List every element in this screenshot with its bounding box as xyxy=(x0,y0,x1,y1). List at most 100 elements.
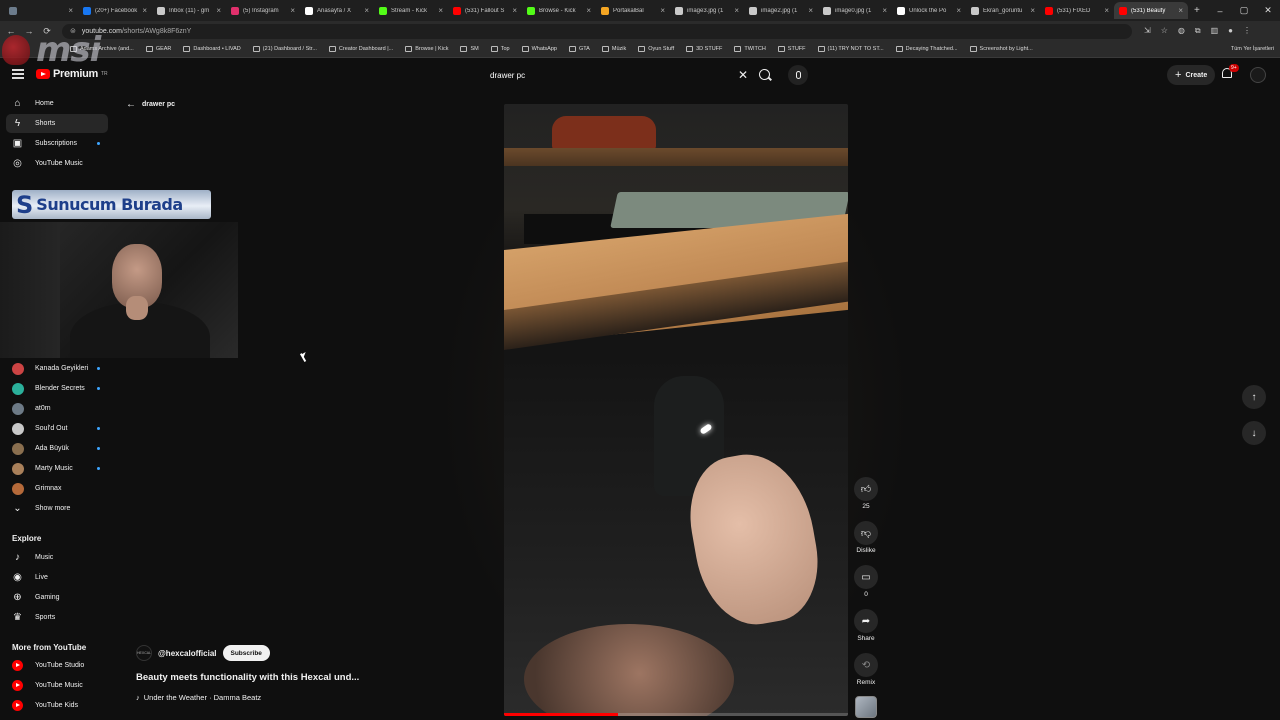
search-input[interactable]: drawer pc ✕ xyxy=(482,64,774,86)
bookmark-item[interactable]: Creator Dashboard |... xyxy=(328,46,393,52)
browser-tab[interactable]: image2.jpg (1 × xyxy=(744,2,818,19)
minimize-button[interactable]: – xyxy=(1208,6,1232,16)
extension-icon[interactable]: ◍ xyxy=(1178,26,1185,36)
tab-close-icon[interactable]: × xyxy=(1030,6,1035,15)
maximize-button[interactable]: ▢ xyxy=(1232,5,1256,16)
tab-close-icon[interactable]: × xyxy=(142,6,147,15)
new-tab-icon[interactable]: + xyxy=(1194,5,1200,16)
sidebar-explore-gaming[interactable]: ⊕ Gaming xyxy=(6,588,108,607)
music-row[interactable]: ♪ Under the Weather · Damma Beatz xyxy=(136,693,261,702)
bookmark-item[interactable]: Müzik xyxy=(601,46,626,52)
back-to-search[interactable]: ← drawer pc xyxy=(126,99,175,110)
sidebar-toggle-icon[interactable]: ▥ xyxy=(1211,26,1219,36)
notifications-button[interactable]: 9+ xyxy=(1222,64,1239,80)
sidebar-channel[interactable]: Kanada Geyikleri xyxy=(6,359,108,378)
tab-close-icon[interactable]: × xyxy=(1178,6,1183,15)
video-progress-bar[interactable] xyxy=(504,713,848,716)
sidebar-explore-sports[interactable]: ♛ Sports xyxy=(6,608,108,627)
bookmark-item[interactable]: 3D STUFF xyxy=(686,46,722,52)
tab-close-icon[interactable]: × xyxy=(512,6,517,15)
tab-close-icon[interactable]: × xyxy=(660,6,665,15)
clear-search-icon[interactable]: ✕ xyxy=(738,68,748,82)
avatar[interactable] xyxy=(1250,67,1266,83)
remix-button[interactable]: ⟲ xyxy=(854,653,878,677)
bookmark-item[interactable]: Oyun Stuff xyxy=(638,46,674,52)
sidebar-more-item[interactable]: YouTube Kids xyxy=(6,696,108,715)
browser-tab[interactable]: Anasayfa / X × xyxy=(300,2,374,19)
like-button[interactable]: 👍︎ xyxy=(854,477,878,501)
all-bookmarks[interactable]: Tüm Yer İşaretleri xyxy=(1231,46,1274,52)
sidebar-more-item[interactable]: YouTube Music xyxy=(6,676,108,695)
close-window-button[interactable]: ✕ xyxy=(1256,5,1280,16)
sidebar-channel[interactable]: Grimnax xyxy=(6,479,108,498)
sidebar-more-item[interactable]: YouTube Studio xyxy=(6,656,108,675)
sound-thumbnail[interactable] xyxy=(855,696,877,718)
bookmark-item[interactable]: GTA xyxy=(568,46,590,52)
search-icon[interactable] xyxy=(759,69,770,80)
sidebar-item-shorts[interactable]: ϟ Shorts xyxy=(6,114,108,133)
bookmark-item[interactable]: Dashboard • LIVAD xyxy=(183,46,241,52)
browser-tab[interactable]: Inbox (11) - gm × xyxy=(152,2,226,19)
bookmark-item[interactable]: GEAR xyxy=(145,46,171,52)
sidebar-explore-music[interactable]: ♪ Music xyxy=(6,548,108,567)
sidebar-channel[interactable]: Ada Büyük xyxy=(6,439,108,458)
browser-tab[interactable]: (20+) Facebook × xyxy=(78,2,152,19)
shorts-video-player[interactable] xyxy=(504,104,848,716)
subscribe-button[interactable]: Subscribe xyxy=(222,645,270,661)
comments-button[interactable]: ▭ xyxy=(854,565,878,589)
bookmark-item[interactable]: (21) Dashboard / Str... xyxy=(252,46,317,52)
tab-close-icon[interactable]: × xyxy=(68,6,73,15)
create-button[interactable]: + Create xyxy=(1167,65,1216,85)
tab-close-icon[interactable]: × xyxy=(438,6,443,15)
tab-close-icon[interactable]: × xyxy=(808,6,813,15)
sidebar-item-subscriptions[interactable]: ▣ Subscriptions xyxy=(6,134,108,153)
voice-search-button[interactable] xyxy=(788,65,808,85)
browser-tab[interactable]: (531) Beauty × xyxy=(1114,2,1188,19)
previous-short-button[interactable]: ↑ xyxy=(1242,385,1266,409)
sidebar-channel[interactable]: Soul'd Out xyxy=(6,419,108,438)
bookmark-item[interactable]: Top xyxy=(490,46,510,52)
bookmark-item[interactable]: Screenshot by Light... xyxy=(969,46,1033,52)
sidebar-item-youtube-music[interactable]: ◎ YouTube Music xyxy=(6,154,108,173)
sidebar-item-home[interactable]: ⌂ Home xyxy=(6,94,108,113)
browser-tab[interactable]: Stream - Kick × xyxy=(374,2,448,19)
sidebar-explore-live[interactable]: ◉ Live xyxy=(6,568,108,587)
sidebar-channel[interactable]: Marty Music xyxy=(6,459,108,478)
tab-close-icon[interactable]: × xyxy=(290,6,295,15)
tab-close-icon[interactable]: × xyxy=(586,6,591,15)
bookmark-item[interactable]: TWITCH xyxy=(734,46,766,52)
tab-close-icon[interactable]: × xyxy=(216,6,221,15)
profile-icon[interactable]: ● xyxy=(1228,26,1233,36)
hamburger-menu-icon[interactable] xyxy=(12,69,24,79)
browser-tab[interactable]: Browse - Kick × xyxy=(522,2,596,19)
browser-menu-icon[interactable]: ⋮ xyxy=(1243,26,1251,36)
share-button[interactable]: ➦ xyxy=(854,609,878,633)
install-icon[interactable]: ⇲ xyxy=(1144,26,1151,36)
browser-tab[interactable]: (5) Instagram × xyxy=(226,2,300,19)
url-input[interactable]: ⊜ youtube.com/shorts/AWg8k8F6znY xyxy=(62,23,1132,39)
browser-tab[interactable]: Ekran_goruntu × xyxy=(966,2,1040,19)
bookmark-item[interactable]: (11) TRY NOT TO ST... xyxy=(817,46,884,52)
short-title[interactable]: Beauty meets functionality with this Hex… xyxy=(136,672,359,683)
sidebar-channel[interactable]: Blender Secrets xyxy=(6,379,108,398)
tab-close-icon[interactable]: × xyxy=(1104,6,1109,15)
bookmark-item[interactable]: Browse | Kick xyxy=(405,46,448,52)
browser-tab[interactable]: × xyxy=(4,2,78,19)
browser-tab[interactable]: PortakalBal × xyxy=(596,2,670,19)
extensions-puzzle-icon[interactable]: ⧉ xyxy=(1195,26,1201,36)
tab-close-icon[interactable]: × xyxy=(734,6,739,15)
bookmark-star-icon[interactable]: ☆ xyxy=(1161,26,1168,36)
browser-tab[interactable]: image0.jpg (1 × xyxy=(818,2,892,19)
tab-close-icon[interactable]: × xyxy=(882,6,887,15)
bookmark-item[interactable]: STUFF xyxy=(777,46,806,52)
browser-tab[interactable]: image3.jpg (1 × xyxy=(670,2,744,19)
bookmark-item[interactable]: SM xyxy=(460,46,479,52)
tab-close-icon[interactable]: × xyxy=(956,6,961,15)
channel-handle[interactable]: @hexcalofficial xyxy=(158,649,217,658)
show-more-button[interactable]: ⌄ Show more xyxy=(6,499,108,518)
bookmark-item[interactable]: WhatsApp xyxy=(521,46,557,52)
browser-tab[interactable]: Unlock the Po × xyxy=(892,2,966,19)
browser-tab[interactable]: (531) FIXED × xyxy=(1040,2,1114,19)
dislike-button[interactable]: 👎︎ xyxy=(854,521,878,545)
sidebar-channel[interactable]: at0m xyxy=(6,399,108,418)
